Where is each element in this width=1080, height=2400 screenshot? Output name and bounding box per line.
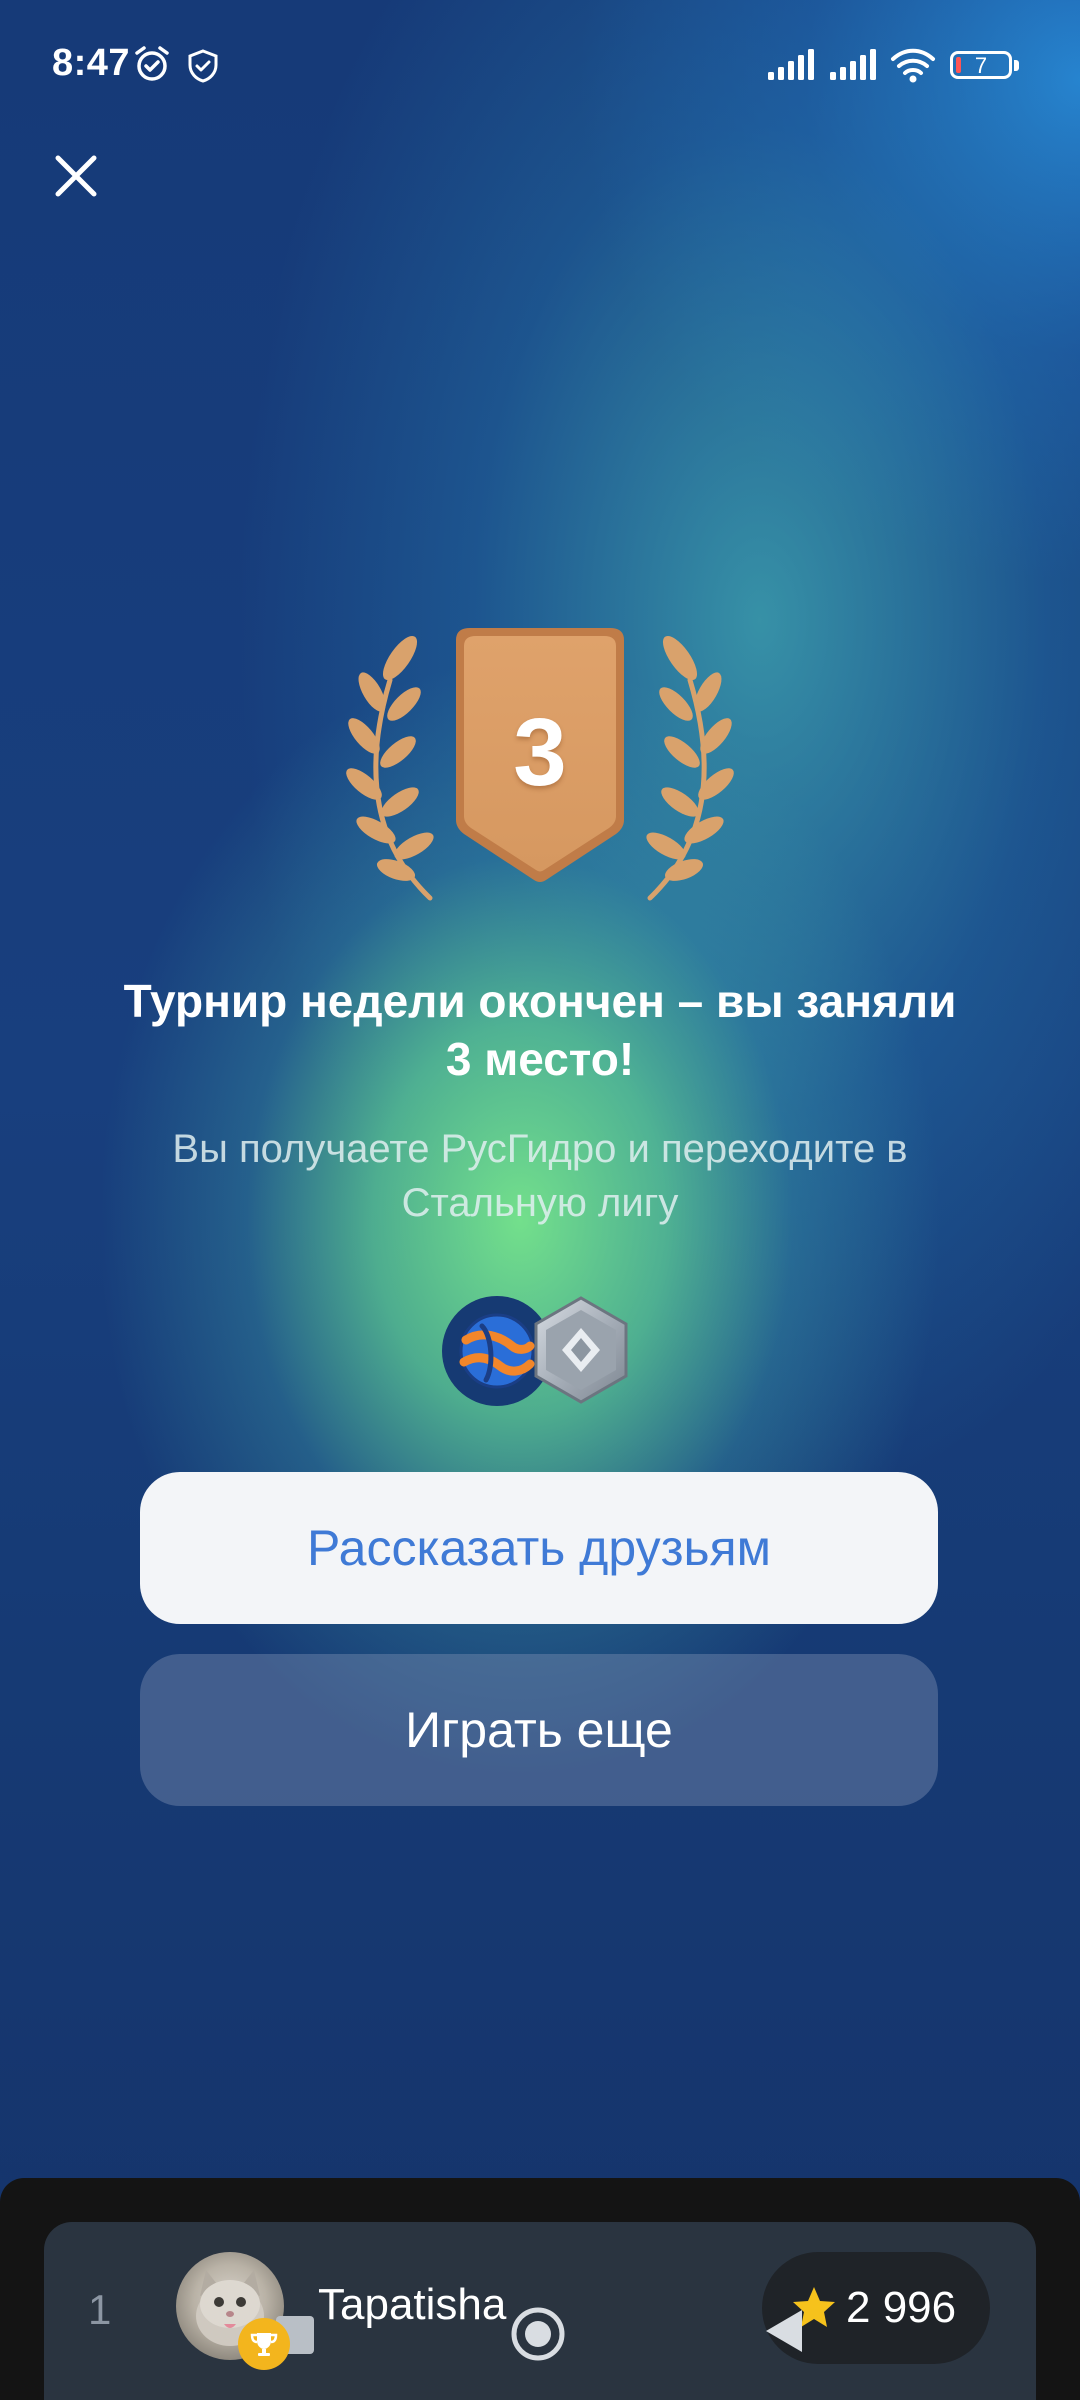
play-again-button[interactable]: Играть еще [140,1654,938,1806]
result-subtitle: Вы получаете РусГидро и переходите в Ста… [172,1127,908,1225]
signal-icon [768,49,814,80]
back-triangle-icon[interactable] [762,2306,806,2356]
shield-check-icon [188,49,218,83]
status-time: 8:47 [52,42,131,84]
status-bar: 8:47 7 [0,0,1080,130]
battery-icon: 7 [950,51,1012,79]
share-with-friends-button[interactable]: Рассказать друзьям [140,1472,938,1624]
close-icon [55,155,97,197]
battery-level: 7 [974,53,988,78]
leader-name: Tapatisha [318,2280,507,2329]
home-circle-icon[interactable] [510,2306,566,2362]
signal-icon [830,49,876,80]
medal-place-number: 3 [513,699,567,806]
place-medal: 3 [320,620,760,910]
steel-league-icon [528,1294,634,1406]
leader-rank: 1 [88,2286,112,2333]
close-button[interactable] [40,140,112,212]
tournament-result-screen: 8:47 7 3 Турнир недели окончен – вы заня… [0,0,1080,2400]
leader-score: 2 996 [846,2283,957,2332]
trophy-icon [238,2318,290,2370]
alarm-icon [135,46,169,81]
result-title: Турнир недели окончен – вы заняли 3 мест… [123,975,957,1085]
wifi-icon [891,48,935,83]
battery-tip [1014,60,1019,71]
